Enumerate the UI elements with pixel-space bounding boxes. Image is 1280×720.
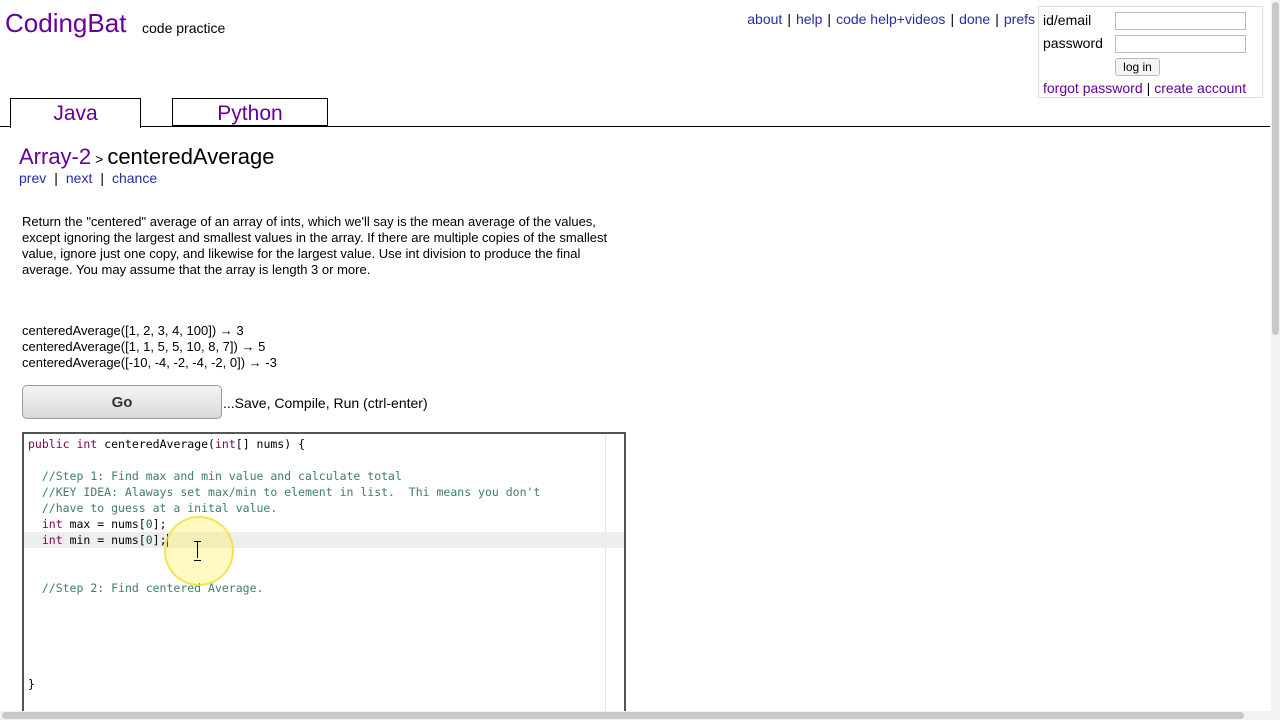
example-item: centeredAverage([1, 1, 5, 5, 10, 8, 7]) … — [22, 339, 266, 354]
tagline: code practice — [142, 20, 226, 36]
nav-done-link[interactable]: done — [959, 11, 990, 27]
create-account-link[interactable]: create account — [1154, 80, 1246, 96]
problem-title: centeredAverage — [107, 144, 275, 169]
nav-help-link[interactable]: help — [796, 11, 822, 27]
login-links: forgot password | create account — [1043, 80, 1246, 96]
code-line: } — [28, 677, 35, 691]
tab-baseline — [0, 126, 1270, 127]
go-button[interactable]: Go — [22, 385, 222, 419]
prev-link[interactable]: prev — [19, 170, 46, 186]
examples-list: centeredAverage([1, 2, 3, 4, 100]) → 3 c… — [22, 323, 277, 371]
nav-code-help-videos-link[interactable]: code help+videos — [836, 11, 945, 27]
go-note: ...Save, Compile, Run (ctrl-enter) — [223, 395, 428, 411]
horizontal-scroll-thumb[interactable] — [2, 712, 1244, 719]
nav-prefs-link[interactable]: prefs — [1004, 11, 1035, 27]
nav-separator: | — [995, 11, 999, 27]
vertical-scrollbar[interactable] — [1271, 0, 1280, 712]
vertical-scroll-thumb[interactable] — [1272, 2, 1279, 335]
code-line: int max = nums[0]; — [41, 517, 167, 531]
example-item: centeredAverage([1, 2, 3, 4, 100]) → 3 — [22, 323, 244, 338]
example-item: centeredAverage([-10, -4, -2, -4, -2, 0]… — [22, 355, 277, 370]
codingbat-logo[interactable]: CodingBat — [5, 8, 126, 39]
breadcrumb-section-link[interactable]: Array-2 — [19, 144, 91, 169]
problem-nav: prev | next | chance — [19, 170, 157, 186]
nav-about-link[interactable]: about — [747, 11, 782, 27]
password-label: password — [1043, 35, 1103, 51]
tab-java[interactable]: Java — [10, 98, 141, 128]
forgot-password-link[interactable]: forgot password — [1043, 80, 1143, 96]
editor-margin-line — [605, 434, 606, 720]
problem-nav-separator: | — [54, 170, 58, 186]
breadcrumb-separator: > — [95, 151, 104, 167]
code-line: //Step 2: Find centered Average. — [41, 581, 264, 595]
tab-python[interactable]: Python — [172, 98, 328, 126]
text-caret — [166, 534, 168, 547]
password-input[interactable] — [1115, 35, 1246, 53]
nav-separator: | — [827, 11, 832, 27]
chance-link[interactable]: chance — [112, 170, 157, 186]
login-links-separator: | — [1146, 80, 1151, 96]
code-line: //KEY IDEA: Alaways set max/min to eleme… — [41, 485, 541, 499]
horizontal-scrollbar[interactable] — [0, 711, 1280, 720]
nav-separator: | — [950, 11, 955, 27]
id-email-input[interactable] — [1115, 12, 1246, 30]
problem-nav-separator: | — [100, 170, 104, 186]
next-link[interactable]: next — [66, 170, 92, 186]
code-line: public int centeredAverage(int[] nums) { — [28, 437, 306, 451]
code-line: //have to guess at a inital value. — [41, 501, 278, 515]
code-line: //Step 1: Find max and min value and cal… — [41, 469, 402, 483]
code-line-active: int min = nums[0]; — [24, 532, 624, 548]
top-nav: about | help | code help+videos | done | prefs — [747, 11, 1035, 27]
login-panel: id/email password log in forgot password… — [1038, 6, 1263, 98]
breadcrumb: Array-2 > centeredAverage — [19, 144, 274, 170]
nav-separator: | — [787, 11, 791, 27]
log-in-button[interactable]: log in — [1115, 58, 1160, 76]
id-email-label: id/email — [1043, 12, 1092, 28]
code-editor[interactable]: public int centeredAverage(int[] nums) {… — [22, 432, 626, 720]
problem-description: Return the "centered" average of an arra… — [22, 214, 608, 277]
